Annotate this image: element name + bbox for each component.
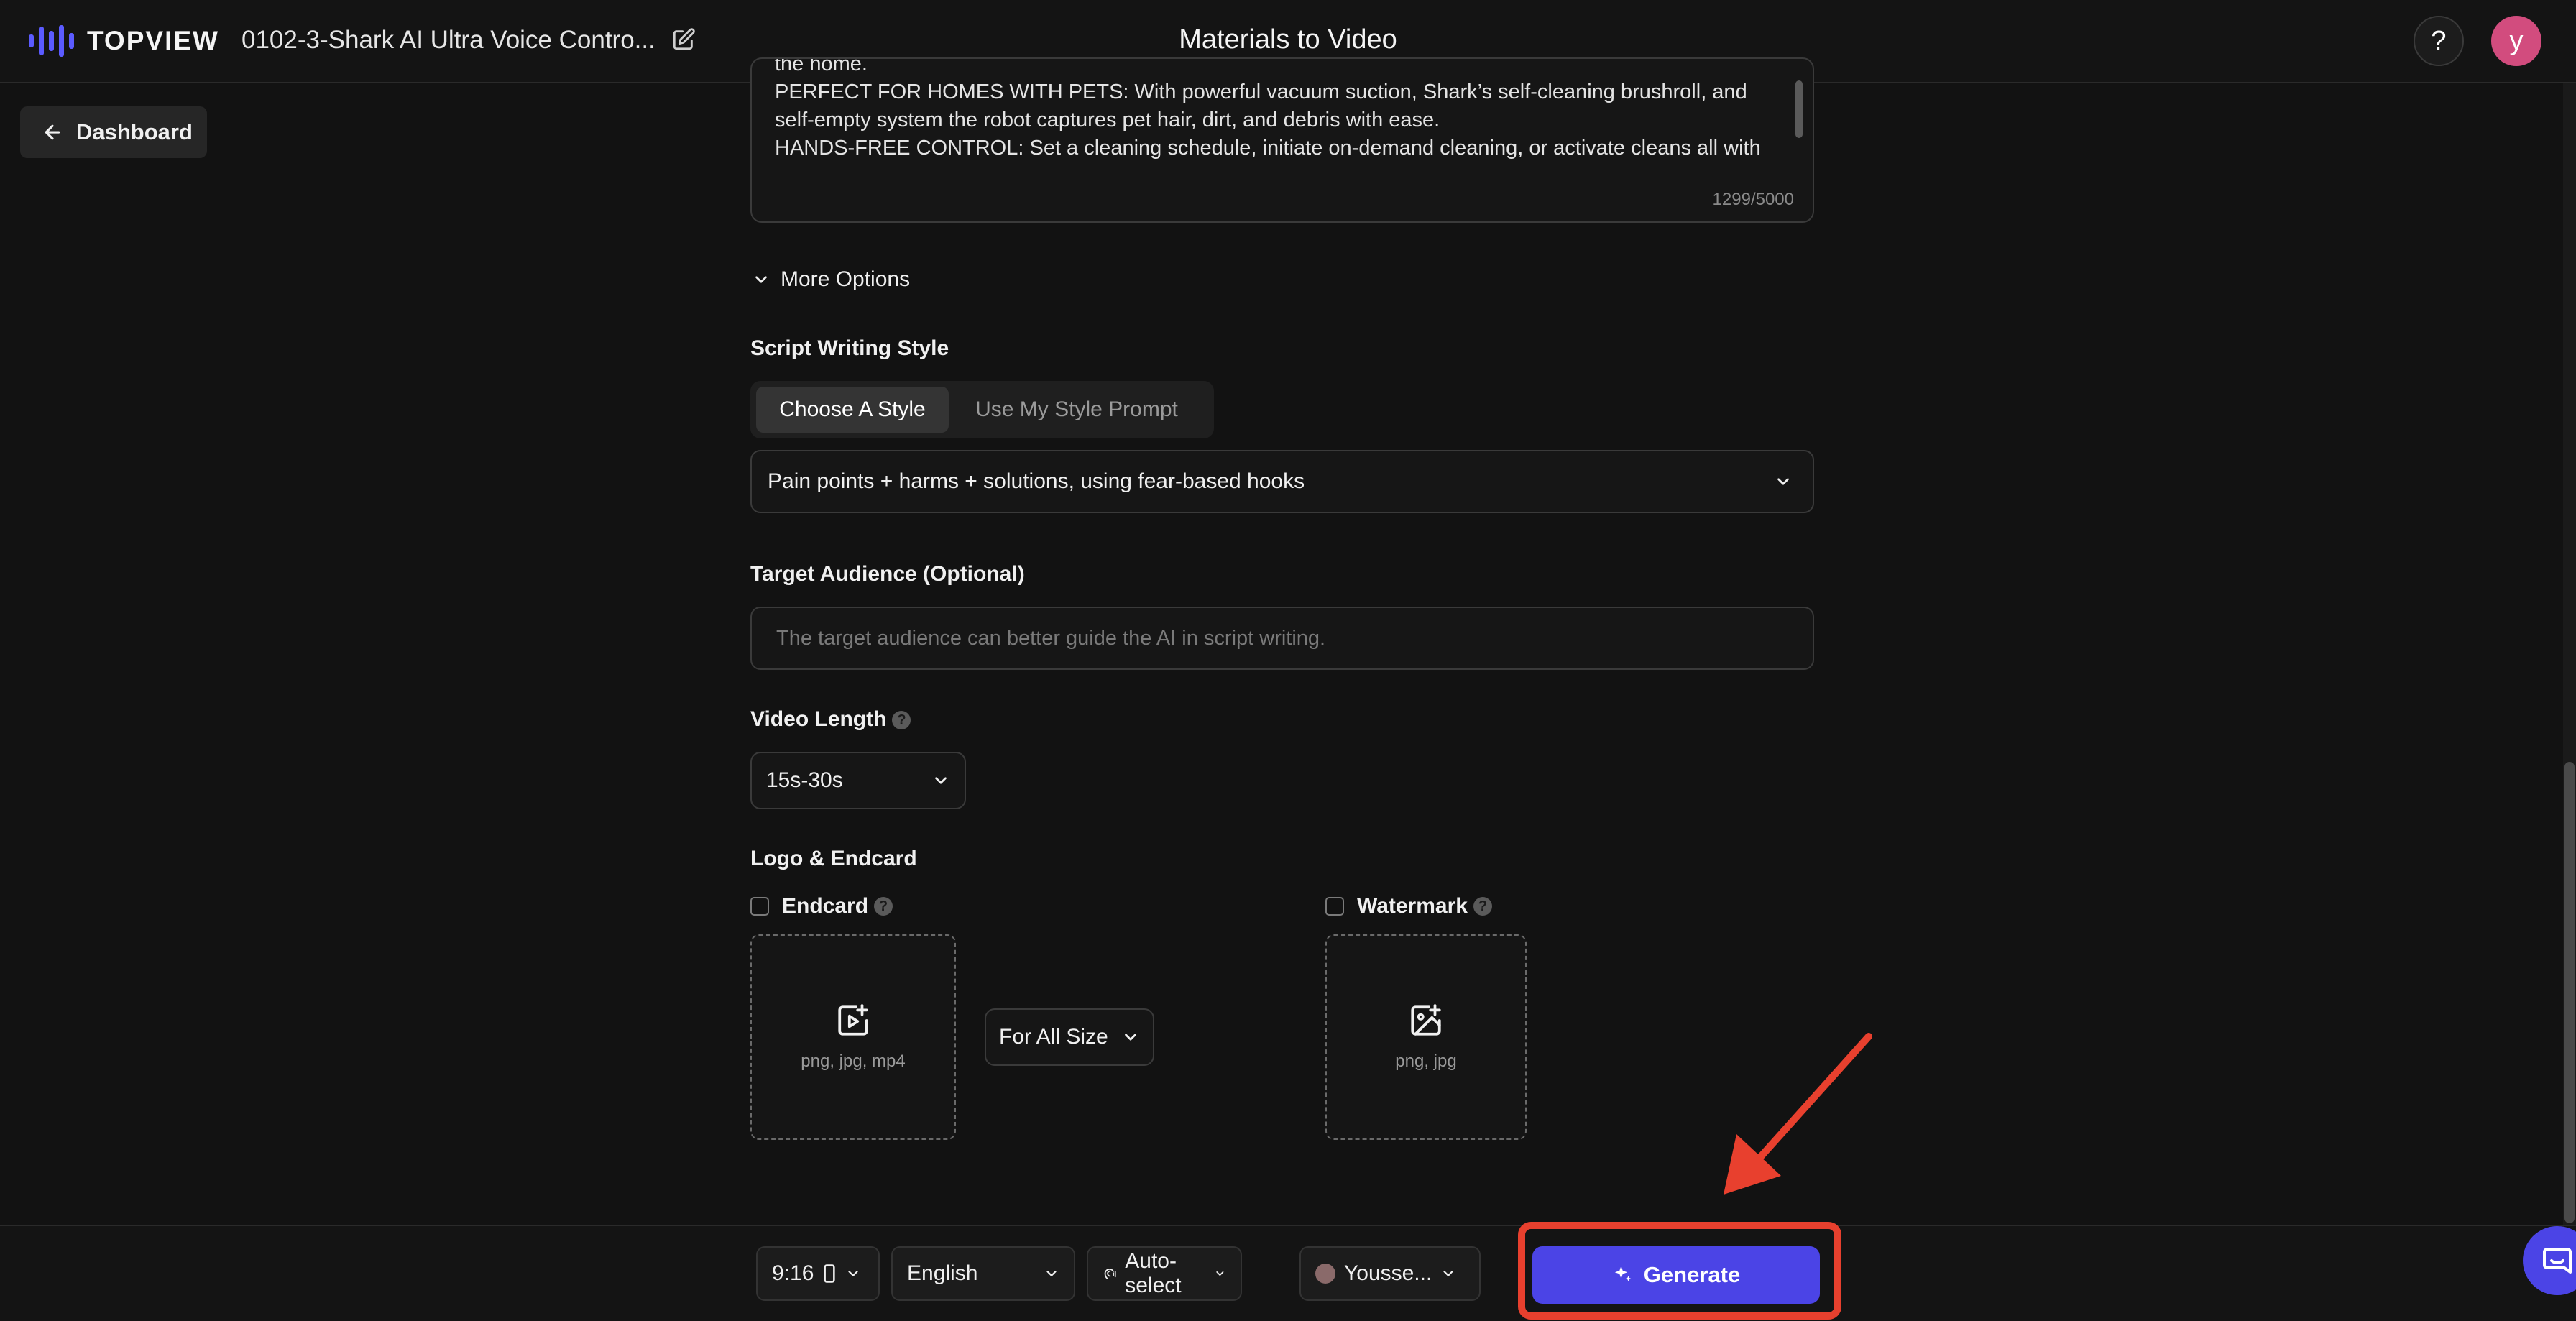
watermark-label: Watermark [1357,894,1468,918]
style-select[interactable]: Pain points + harms + solutions, using f… [750,450,1814,513]
chevron-down-icon [1046,1271,1057,1276]
video-length-select[interactable]: 15s-30s [750,752,966,809]
script-style-toggle: Choose A Style Use My Style Prompt [750,381,1214,438]
description-line: self-empty system the robot captures pet… [775,109,1440,132]
user-avatar[interactable]: y [2491,16,2542,66]
endcard-size-select[interactable]: For All Size [985,1008,1154,1066]
tab-choose-a-style[interactable]: Choose A Style [756,387,949,433]
phone-icon [824,1264,836,1283]
image-plus-icon [1411,1004,1441,1036]
watermark-checkbox[interactable] [1325,897,1344,916]
chat-icon [2543,1248,2572,1274]
chevron-down-icon [1777,478,1789,485]
chevron-down-icon [935,777,947,784]
chevron-down-icon [848,1271,859,1276]
endcard-formats: png, jpg, mp4 [801,1051,906,1071]
description-line: PERFECT FOR HOMES WITH PETS: With powerf… [775,80,1747,103]
voice-icon [1104,1269,1116,1279]
chevron-down-icon [1125,1034,1136,1041]
textarea-scrollbar[interactable] [1795,80,1803,138]
script-style-label: Script Writing Style [750,336,949,360]
logo-endcard-label: Logo & Endcard [750,847,917,870]
watermark-formats: png, jpg [1395,1051,1457,1071]
help-button[interactable]: ? [2414,16,2464,66]
topview-logo[interactable]: TOPVIEW [29,24,219,57]
project-title[interactable]: 0102-3-Shark AI Ultra Voice Contro... [242,26,656,55]
avatar-thumbnail [1315,1264,1335,1284]
generate-button[interactable]: Generate [1532,1246,1820,1304]
page-scrollbar-thumb[interactable] [2564,762,2575,1223]
endcard-label: Endcard [782,894,869,918]
voice-value: Auto-select [1125,1249,1182,1297]
video-length-label: Video Length [750,707,887,731]
target-audience-input[interactable] [775,625,1813,651]
more-options-toggle[interactable]: More Options [752,267,910,292]
endcard-checkbox[interactable] [750,897,769,916]
help-circle-icon[interactable]: ? [892,711,911,730]
help-circle-icon[interactable]: ? [1473,897,1492,916]
target-audience-field [750,607,1814,670]
logo-text: TOPVIEW [87,26,219,55]
voice-select[interactable]: Auto-select [1087,1246,1242,1301]
watermark-label-group: Watermark? [1357,894,1492,919]
dashboard-label: Dashboard [76,119,193,144]
endcard-upload[interactable]: png, jpg, mp4 [750,934,956,1140]
language-value: English [907,1261,978,1285]
description-line: the home. [775,57,868,75]
aspect-ratio-select[interactable]: 9:16 [756,1246,880,1301]
logo-mark-icon [29,24,74,57]
language-select[interactable]: English [891,1246,1075,1301]
style-select-value: Pain points + harms + solutions, using f… [768,469,1305,493]
help-circle-icon[interactable]: ? [874,897,893,916]
target-audience-label: Target Audience (Optional) [750,562,1025,586]
edit-icon[interactable] [671,27,696,52]
aspect-ratio-value: 9:16 [772,1261,814,1285]
character-count: 1299/5000 [1712,190,1794,209]
avatar-name: Yousse... [1344,1261,1432,1285]
dashboard-button[interactable]: Dashboard [20,106,207,158]
description-line: HANDS-FREE CONTROL: Set a cleaning sched… [775,137,1761,160]
chevron-down-icon [1216,1271,1224,1276]
chevron-down-icon [1443,1271,1453,1276]
video-length-value: 15s-30s [766,768,843,792]
product-description-textarea[interactable]: the home. PERFECT FOR HOMES WITH PETS: W… [750,57,1814,223]
sparkle-icon [1614,1266,1632,1281]
video-length-label-group: Video Length? [750,707,911,732]
watermark-upload[interactable]: png, jpg [1325,934,1527,1140]
endcard-size-value: For All Size [999,1025,1108,1049]
more-options-label: More Options [781,267,911,291]
tab-use-my-style-prompt[interactable]: Use My Style Prompt [954,387,1199,433]
bottom-bar [0,1225,2576,1321]
arrow-left-icon [45,124,60,140]
video-plus-icon [838,1004,868,1036]
avatar-select[interactable]: Yousse... [1300,1246,1481,1301]
generate-label: Generate [1643,1262,1741,1287]
chevron-down-icon [755,276,767,283]
endcard-label-group: Endcard? [782,894,893,919]
